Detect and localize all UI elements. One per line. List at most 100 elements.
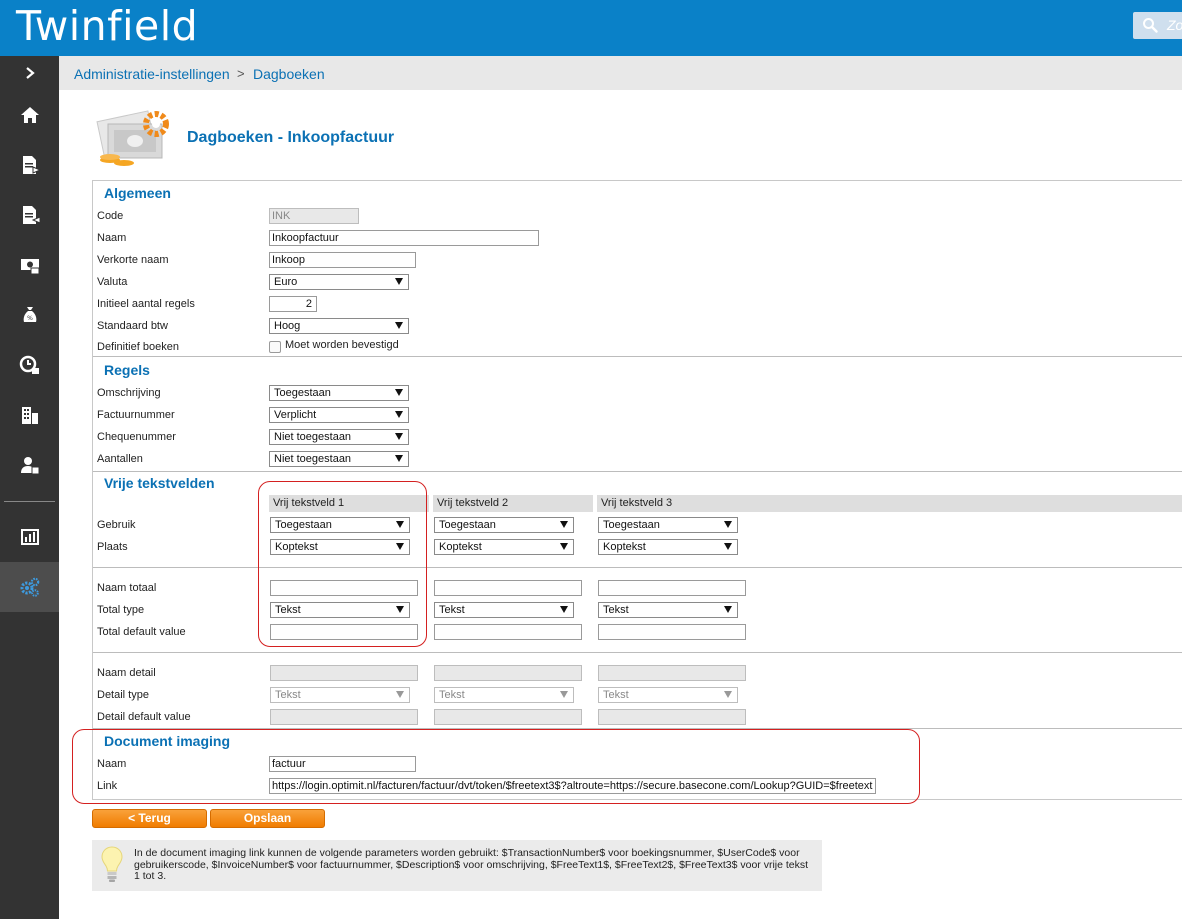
label-imaging-name: Naam (97, 758, 127, 770)
back-button[interactable]: < Terug (92, 809, 207, 828)
detail-name-field-3 (598, 665, 746, 681)
label-code: Code (97, 210, 124, 222)
usage-select-3[interactable]: Toegestaan (598, 517, 738, 533)
description-select[interactable]: Toegestaan (269, 385, 409, 401)
total-name-field-1[interactable] (270, 580, 418, 596)
total-type-select-3[interactable]: Tekst (598, 602, 738, 618)
bar-chart-icon (20, 529, 39, 545)
chevron-down-icon (560, 606, 568, 613)
building-icon (21, 407, 38, 424)
chevron-down-icon (395, 433, 403, 440)
label-usage: Gebruik (97, 519, 136, 531)
label-final-booking: Definitief boeken (97, 341, 179, 353)
imaging-name-field[interactable]: factuur (269, 756, 416, 772)
chevron-down-icon (724, 521, 732, 528)
cheque-number-select[interactable]: Niet toegestaan (269, 429, 409, 445)
chevron-down-icon (395, 278, 403, 285)
sidebar-item-vat[interactable]: % (0, 290, 59, 340)
total-default-field-3[interactable] (598, 624, 746, 640)
default-vat-select[interactable]: Hoog (269, 318, 409, 334)
chevron-down-icon (395, 411, 403, 418)
detail-type-select-2: Tekst (434, 687, 574, 703)
document-out-icon (22, 156, 41, 174)
detail-default-field-3 (598, 709, 746, 725)
chevron-down-icon (724, 606, 732, 613)
breadcrumb: Administratie-instellingen > Dagboeken (59, 56, 1182, 90)
sidebar-item-settings[interactable] (0, 562, 59, 612)
label-total-default: Total default value (97, 626, 186, 638)
usage-select-1[interactable]: Toegestaan (270, 517, 410, 533)
quantities-select[interactable]: Niet toegestaan (269, 451, 409, 467)
position-select-3[interactable]: Koptekst (598, 539, 738, 555)
clock-lock-icon (19, 355, 39, 374)
detail-name-field-2 (434, 665, 582, 681)
chevron-down-icon (396, 606, 404, 613)
sidebar-item-users[interactable] (0, 440, 59, 490)
label-total-type: Total type (97, 604, 145, 616)
journal-settings-icon (96, 110, 169, 166)
confirm-checkbox[interactable] (269, 341, 281, 353)
gears-icon (20, 577, 39, 597)
divider (93, 356, 1182, 357)
invoice-number-select[interactable]: Verplicht (269, 407, 409, 423)
chevron-down-icon (395, 455, 403, 462)
label-description: Omschrijving (97, 387, 161, 399)
breadcrumb-link-settings[interactable]: Administratie-instellingen (74, 66, 230, 82)
total-name-field-3[interactable] (598, 580, 746, 596)
svg-text:%: % (27, 315, 33, 322)
total-type-select-1[interactable]: Tekst (270, 602, 410, 618)
section-title-document-imaging: Document imaging (104, 733, 231, 749)
short-name-field[interactable]: Inkoop (269, 252, 416, 268)
search-input-text[interactable]: Zo (1167, 17, 1182, 33)
usage-select-1-value: Toegestaan (275, 519, 332, 531)
sidebar-item-time[interactable] (0, 340, 59, 390)
chevron-right-icon (25, 67, 35, 79)
sidebar-item-reports[interactable] (0, 512, 59, 562)
twinfield-logo[interactable]: Twinfield (16, 2, 198, 50)
total-type-select-3-value: Tekst (603, 604, 629, 616)
sidebar-item-purchase-invoice[interactable] (0, 190, 59, 240)
label-currency: Valuta (97, 276, 128, 288)
sidebar-expand-button[interactable] (0, 56, 59, 90)
label-invoice-number: Factuurnummer (97, 409, 175, 421)
search-box[interactable]: Zo (1133, 12, 1182, 39)
total-type-select-2[interactable]: Tekst (434, 602, 574, 618)
total-default-field-1[interactable] (270, 624, 418, 640)
save-button[interactable]: Opslaan (210, 809, 325, 828)
currency-select[interactable]: Euro (269, 274, 409, 290)
total-type-select-2-value: Tekst (439, 604, 465, 616)
detail-type-select-3-value: Tekst (603, 689, 629, 701)
position-select-2[interactable]: Koptekst (434, 539, 574, 555)
detail-type-select-2-value: Tekst (439, 689, 465, 701)
journal-form: Algemeen Code INK Naam Inkoopfactuur Ver… (92, 180, 1182, 800)
label-cheque-number: Chequenummer (97, 431, 176, 443)
column-header-free-text-2: Vrij tekstveld 2 (433, 495, 593, 512)
sidebar-item-company[interactable] (0, 390, 59, 440)
detail-name-field-1 (270, 665, 418, 681)
sidebar-item-sales-invoice[interactable] (0, 140, 59, 190)
breadcrumb-link-journals[interactable]: Dagboeken (253, 66, 325, 82)
usage-select-2[interactable]: Toegestaan (434, 517, 574, 533)
label-detail-name: Naam detail (97, 667, 156, 679)
sidebar: % (0, 56, 59, 919)
imaging-link-field[interactable]: https://login.optimit.nl/facturen/factuu… (269, 778, 876, 794)
home-icon (20, 107, 39, 123)
position-select-1[interactable]: Koptekst (270, 539, 410, 555)
name-field[interactable]: Inkoopfactuur (269, 230, 539, 246)
label-total-name: Naam totaal (97, 582, 157, 594)
initial-lines-field[interactable]: 2 (269, 296, 317, 312)
sidebar-item-home[interactable] (0, 90, 59, 140)
total-default-field-2[interactable] (434, 624, 582, 640)
info-text: In de document imaging link kunnen de vo… (134, 847, 809, 882)
confirm-checkbox-label[interactable]: Moet worden bevestigd (285, 339, 399, 351)
detail-type-select-1: Tekst (270, 687, 410, 703)
chevron-down-icon (560, 521, 568, 528)
label-name: Naam (97, 232, 127, 244)
total-type-select-1-value: Tekst (275, 604, 301, 616)
sidebar-item-bank[interactable] (0, 240, 59, 290)
total-name-field-2[interactable] (434, 580, 582, 596)
label-initial-lines: Initieel aantal regels (97, 298, 195, 310)
column-header-free-text-1: Vrij tekstveld 1 (269, 495, 429, 512)
search-icon[interactable] (1142, 17, 1158, 33)
info-box: In de document imaging link kunnen de vo… (92, 840, 822, 891)
